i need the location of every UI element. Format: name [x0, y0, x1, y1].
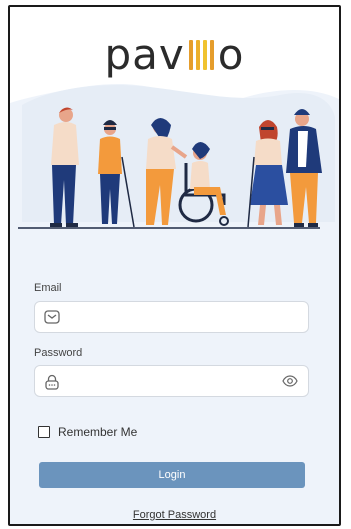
- remember-me-row[interactable]: Remember Me: [38, 425, 137, 439]
- brand-logo: pav o: [10, 25, 339, 85]
- email-field[interactable]: [34, 301, 309, 333]
- brand-bar: [202, 40, 207, 70]
- remember-me-checkbox[interactable]: [38, 426, 50, 438]
- lock-icon: [45, 374, 59, 390]
- forgot-password-link[interactable]: Forgot Password: [10, 509, 339, 521]
- password-label: Password: [34, 347, 83, 359]
- email-input[interactable]: [71, 306, 275, 330]
- login-screen: pav o Email Password Remember Me Login F…: [8, 5, 341, 526]
- brand-bar: [188, 40, 193, 70]
- password-input[interactable]: [71, 370, 275, 394]
- login-button[interactable]: Login: [39, 462, 305, 488]
- brand-prefix: pav: [104, 30, 185, 79]
- remember-me-label: Remember Me: [58, 425, 138, 439]
- brand-bars-icon: [188, 39, 214, 71]
- brand-bar: [209, 40, 214, 70]
- mail-icon: [44, 310, 60, 324]
- password-field[interactable]: [34, 365, 309, 397]
- brand-suffix: o: [217, 30, 245, 79]
- brand-bar: [195, 40, 200, 70]
- email-label: Email: [34, 282, 62, 294]
- eye-icon[interactable]: [282, 374, 298, 388]
